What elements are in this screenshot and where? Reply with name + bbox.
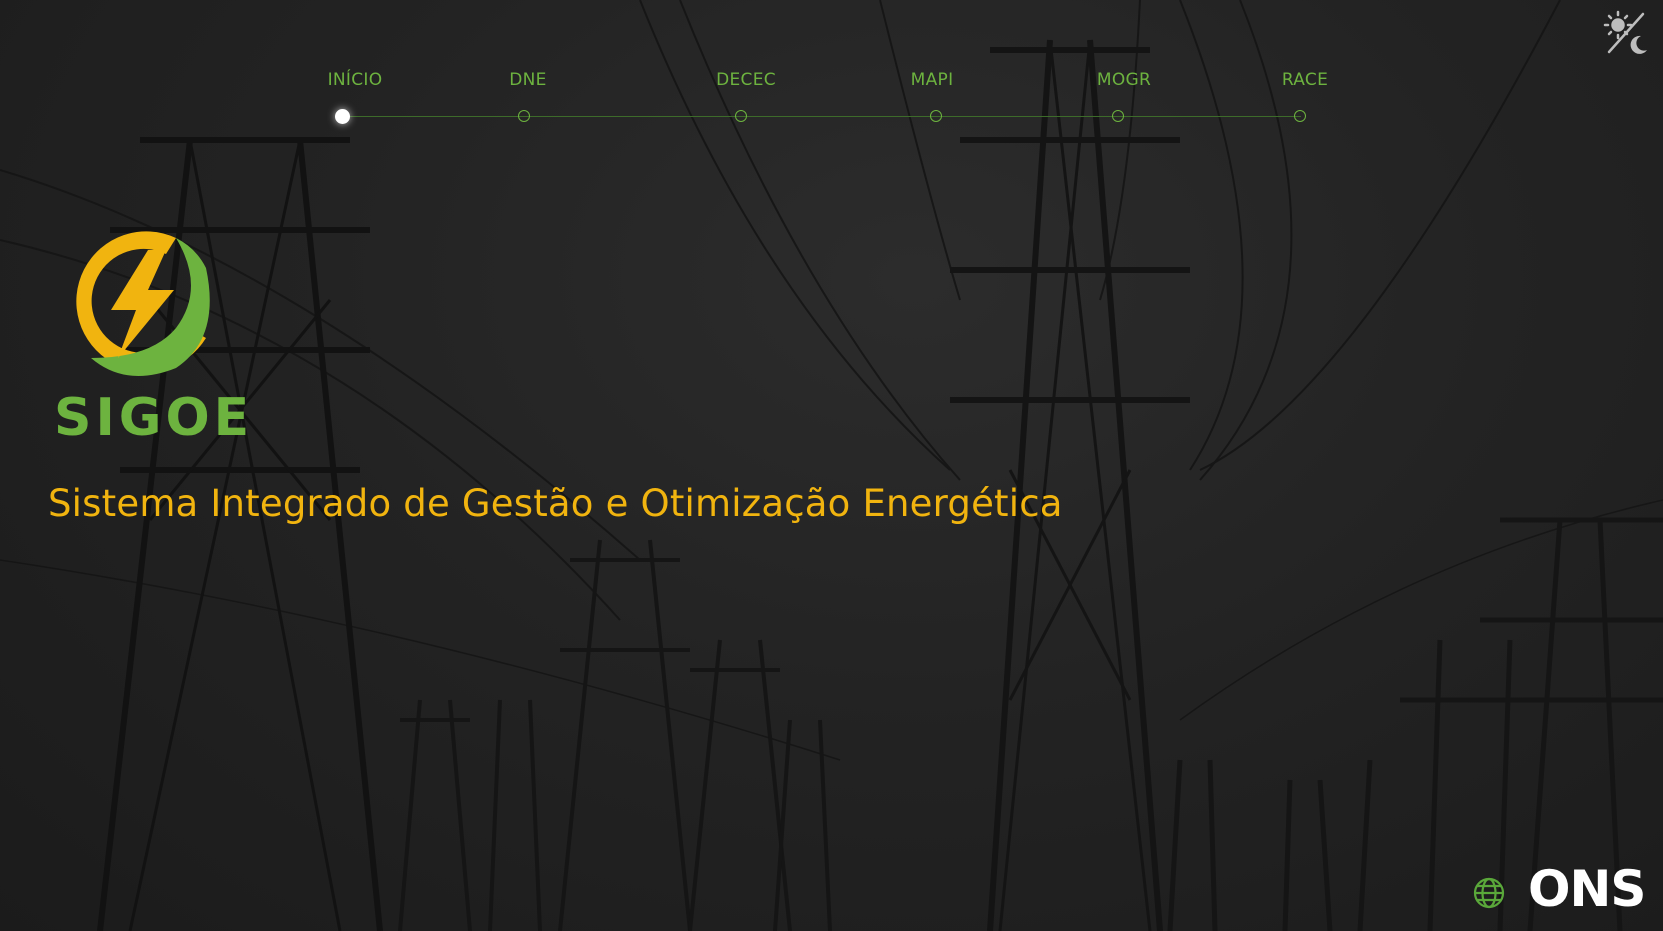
nav-item-inicio[interactable]: INÍCIO [328, 70, 383, 90]
page-subtitle: Sistema Integrado de Gestão e Otimização… [48, 482, 1063, 525]
nav-item-mogr[interactable]: MOGR [1097, 70, 1151, 90]
nav-dot-mapi[interactable] [930, 110, 942, 122]
brand-name: SIGOE [54, 388, 254, 448]
nav-dot-mogr[interactable] [1112, 110, 1124, 122]
background-power-towers [0, 0, 1663, 931]
nav-dot-race[interactable] [1294, 110, 1306, 122]
nav-dot-decec[interactable] [735, 110, 747, 122]
lightning-leaf-icon [76, 231, 210, 376]
nav-item-decec[interactable]: DECEC [716, 70, 776, 90]
globe-icon[interactable] [1472, 876, 1506, 910]
timeline-track [343, 116, 1301, 117]
nav-dot-dne[interactable] [518, 110, 530, 122]
nav-item-race[interactable]: RACE [1282, 70, 1328, 90]
ons-logo: ONS [1528, 860, 1646, 918]
sun-moon-icon[interactable] [1603, 10, 1649, 56]
nav-item-dne[interactable]: DNE [509, 70, 546, 90]
landing-page: INÍCIO DNE DECEC MAPI MOGR RACE SIGOE Si… [0, 0, 1663, 931]
nav-item-mapi[interactable]: MAPI [911, 70, 954, 90]
nav-dot-inicio[interactable] [335, 109, 350, 124]
